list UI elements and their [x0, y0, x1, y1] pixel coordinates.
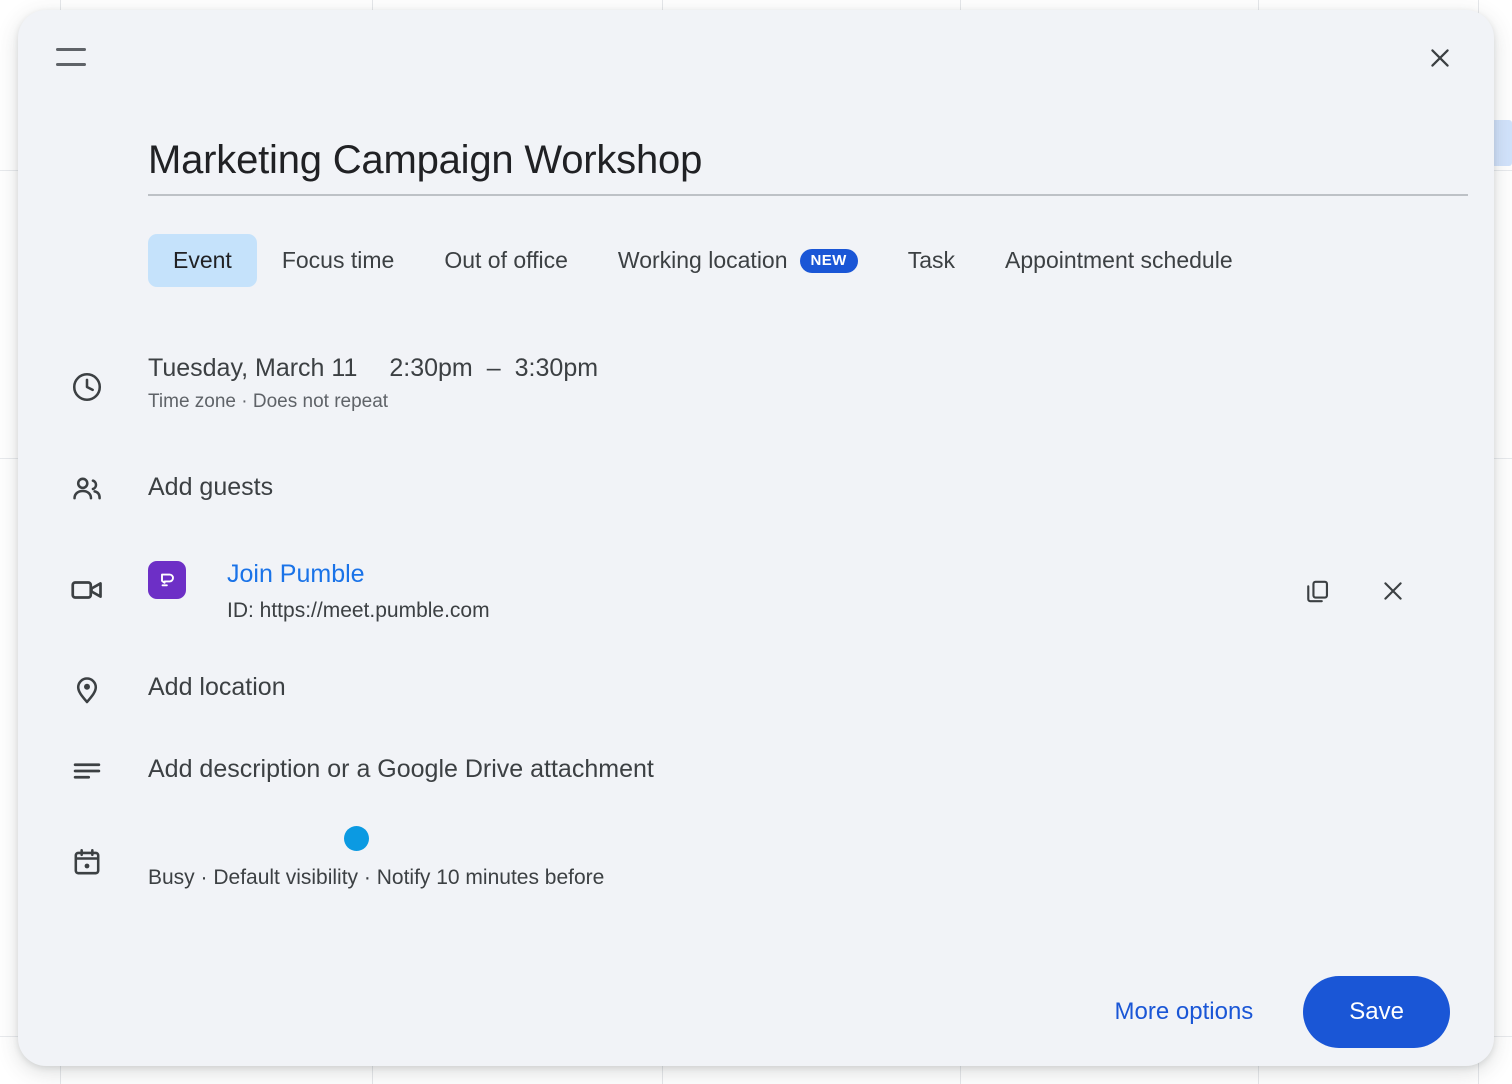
- tab-event[interactable]: Event: [148, 234, 257, 287]
- drag-handle-bar: [56, 48, 86, 51]
- join-pumble-link[interactable]: Join Pumble: [227, 560, 365, 588]
- pumble-glyph-icon: [155, 568, 179, 592]
- tab-label: Working location: [618, 247, 788, 274]
- new-badge: NEW: [800, 249, 858, 273]
- clock-icon-wrap: [64, 370, 110, 404]
- event-creation-dialog: Marketing Campaign Workshop Event Focus …: [18, 10, 1494, 1066]
- location-icon-wrap: [64, 672, 110, 706]
- title-underline: [148, 194, 1468, 196]
- copy-icon: [1304, 578, 1331, 605]
- tab-label: Out of office: [444, 247, 568, 274]
- busy-visibility-notification-text[interactable]: Busy · Default visibility · Notify 10 mi…: [148, 863, 1454, 893]
- description-lines-icon: [70, 754, 104, 788]
- description-row: Add description or a Google Drive attach…: [148, 752, 1454, 786]
- copy-conference-link-button[interactable]: [1294, 568, 1340, 614]
- title-section: Marketing Campaign Workshop: [148, 134, 1468, 196]
- tab-working-location[interactable]: Working location NEW: [593, 234, 883, 287]
- guests-row: Add guests: [148, 470, 1454, 504]
- save-button[interactable]: Save: [1303, 976, 1450, 1048]
- dialog-footer: More options Save: [1109, 976, 1450, 1048]
- video-icon-wrap: [64, 572, 110, 608]
- remove-conference-button[interactable]: [1370, 568, 1416, 614]
- add-description-input[interactable]: Add description or a Google Drive attach…: [148, 752, 1454, 786]
- description-icon-wrap: [64, 754, 110, 788]
- tab-label: Event: [173, 247, 232, 274]
- event-end-time-button[interactable]: 3:30pm: [515, 354, 598, 383]
- tab-label: Focus time: [282, 247, 394, 274]
- conference-id-text: ID: https://meet.pumble.com: [227, 596, 490, 626]
- dialog-body: Marketing Campaign Workshop Event Focus …: [18, 106, 1494, 1066]
- close-dialog-button[interactable]: [1416, 34, 1464, 82]
- drag-handle[interactable]: [56, 48, 86, 66]
- tab-out-of-office[interactable]: Out of office: [419, 234, 593, 287]
- video-camera-icon: [69, 572, 105, 608]
- people-icon: [70, 472, 104, 506]
- close-icon: [1380, 578, 1406, 604]
- close-icon: [1427, 45, 1453, 71]
- datetime-line: Tuesday, March 11 2:30pm – 3:30pm: [148, 354, 1454, 383]
- tab-appointment-schedule[interactable]: Appointment schedule: [980, 234, 1258, 287]
- calendar-icon: [71, 846, 103, 878]
- event-date-button[interactable]: Tuesday, March 11: [148, 354, 357, 383]
- conference-inner: Join Pumble ID: https://meet.pumble.com: [148, 558, 1454, 626]
- add-location-input[interactable]: Add location: [148, 670, 1454, 704]
- drag-handle-bar: [56, 63, 86, 66]
- event-start-time-button[interactable]: 2:30pm: [389, 354, 472, 383]
- schedule-row: Tuesday, March 11 2:30pm – 3:30pm Time z…: [148, 354, 1454, 416]
- tab-focus-time[interactable]: Focus time: [257, 234, 419, 287]
- conference-texts: Join Pumble ID: https://meet.pumble.com: [227, 558, 490, 626]
- tab-label: Appointment schedule: [1005, 247, 1233, 274]
- event-title-input[interactable]: Marketing Campaign Workshop: [148, 134, 1468, 194]
- more-options-button[interactable]: More options: [1109, 988, 1260, 1036]
- time-range-dash: –: [473, 354, 515, 383]
- clock-icon: [70, 370, 104, 404]
- tab-task[interactable]: Task: [883, 234, 980, 287]
- event-type-tabs: Event Focus time Out of office Working l…: [148, 234, 1258, 287]
- conference-actions: [1294, 568, 1416, 614]
- tab-label: Task: [908, 247, 955, 274]
- add-guests-input[interactable]: Add guests: [148, 470, 1454, 504]
- timezone-repeat-text[interactable]: Time zone · Does not repeat: [148, 388, 1454, 416]
- calendar-icon-wrap: [64, 846, 110, 878]
- calendar-options-row: Busy · Default visibility · Notify 10 mi…: [148, 826, 1454, 893]
- people-icon-wrap: [64, 472, 110, 506]
- dialog-header: [18, 10, 1494, 106]
- location-row: Add location: [148, 670, 1454, 704]
- conference-row: Join Pumble ID: https://meet.pumble.com: [148, 558, 1454, 626]
- pumble-logo-icon: [148, 561, 186, 599]
- location-pin-icon: [70, 672, 104, 706]
- calendar-color-dot[interactable]: [344, 826, 369, 851]
